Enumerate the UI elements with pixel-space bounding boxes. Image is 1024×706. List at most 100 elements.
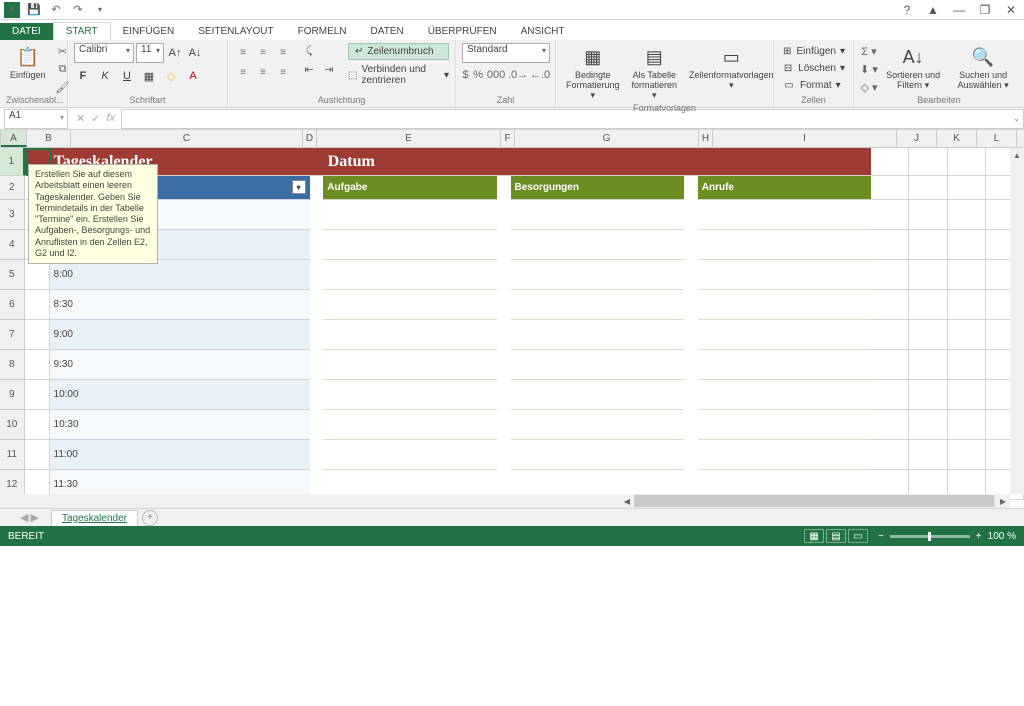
minimize-icon[interactable]: — [950, 3, 968, 17]
col-header-L[interactable]: L [977, 130, 1017, 147]
cell[interactable] [310, 290, 324, 320]
bold-button[interactable]: F [74, 67, 92, 85]
cell[interactable] [511, 230, 685, 260]
cell[interactable] [909, 440, 947, 470]
row-header-1[interactable]: 1 [0, 148, 25, 176]
cell[interactable] [323, 260, 497, 290]
col-header-D[interactable]: D [303, 130, 317, 147]
cell[interactable] [698, 380, 872, 410]
cell[interactable] [497, 290, 511, 320]
page-break-view-icon[interactable]: ▭ [848, 529, 868, 543]
maximize-icon[interactable]: ❐ [976, 3, 994, 17]
cell[interactable] [497, 380, 511, 410]
cell[interactable]: 10:30 [50, 410, 310, 440]
row-header-6[interactable]: 6 [0, 290, 25, 320]
cell[interactable]: 9:30 [50, 350, 310, 380]
cell[interactable] [684, 380, 698, 410]
cell[interactable]: 8:00 [50, 260, 310, 290]
cell[interactable] [698, 320, 872, 350]
add-sheet-button[interactable]: + [142, 510, 158, 526]
decrease-font-icon[interactable]: A↓ [186, 44, 204, 62]
cell[interactable] [871, 320, 909, 350]
scroll-right-icon[interactable]: ▶ [996, 494, 1010, 508]
cell[interactable] [684, 440, 698, 470]
sheet-nav-next-icon[interactable]: ▶ [30, 511, 38, 524]
cell[interactable] [323, 440, 497, 470]
cell[interactable] [698, 350, 872, 380]
expand-formula-bar-icon[interactable]: ⌄ [1010, 109, 1024, 129]
cell[interactable]: Besorgungen [511, 176, 685, 200]
conditional-formatting-button[interactable]: ▦ Bedingte Formatierung ▾ [562, 43, 624, 103]
insert-cells-button[interactable]: ⊞Einfügen ▾ [780, 43, 847, 59]
horizontal-scrollbar[interactable]: ◀ ▶ [0, 494, 1010, 508]
filter-dropdown-icon[interactable]: ▾ [292, 180, 306, 194]
format-as-table-button[interactable]: ▤ Als Tabelle formatieren ▾ [628, 43, 682, 103]
cell[interactable] [684, 290, 698, 320]
align-right-icon[interactable]: ≡ [274, 63, 292, 81]
name-box[interactable]: A1 [4, 109, 68, 129]
tab-file[interactable]: DATEI [0, 23, 53, 40]
cell[interactable] [498, 148, 872, 176]
cell[interactable] [511, 440, 685, 470]
align-top-icon[interactable]: ≡ [234, 43, 252, 61]
cell[interactable] [684, 200, 698, 230]
cell[interactable] [323, 410, 497, 440]
row-header-4[interactable]: 4 [0, 230, 25, 260]
cell[interactable] [25, 440, 50, 470]
cell[interactable] [871, 230, 909, 260]
row-header-5[interactable]: 5 [0, 260, 25, 290]
cancel-formula-icon[interactable]: ✕ [76, 112, 85, 125]
scroll-left-icon[interactable]: ◀ [620, 494, 634, 508]
enter-formula-icon[interactable]: ✓ [91, 112, 100, 125]
cell[interactable] [323, 290, 497, 320]
cell[interactable]: Datum [324, 148, 498, 176]
sort-filter-button[interactable]: A↓ Sortieren und Filtern ▾ [882, 43, 944, 93]
col-header-F[interactable]: F [501, 130, 515, 147]
cell[interactable] [871, 380, 909, 410]
cell[interactable] [323, 350, 497, 380]
decrease-decimal-icon[interactable]: ←.0 [531, 67, 549, 83]
cell[interactable] [871, 176, 909, 200]
font-size-combo[interactable]: 11 [136, 43, 164, 63]
cell[interactable] [511, 200, 685, 230]
align-bottom-icon[interactable]: ≡ [274, 43, 292, 61]
row-header-8[interactable]: 8 [0, 350, 25, 380]
cell[interactable] [684, 230, 698, 260]
cell[interactable]: Aufgabe [323, 176, 497, 200]
cell[interactable] [698, 230, 872, 260]
cell[interactable] [909, 260, 947, 290]
cell[interactable] [511, 410, 685, 440]
col-header-M[interactable]: M [1017, 130, 1024, 147]
autosum-icon[interactable]: Σ ▾ [860, 43, 878, 59]
help-icon[interactable]: ? [898, 3, 916, 17]
cell[interactable] [511, 320, 685, 350]
wrap-text-button[interactable]: ↵Zeilenumbruch [348, 43, 449, 60]
save-icon[interactable]: 💾 [26, 2, 42, 18]
row-header-9[interactable]: 9 [0, 380, 25, 410]
cell[interactable] [698, 410, 872, 440]
tab-data[interactable]: DATEN [359, 23, 416, 40]
cell[interactable] [310, 350, 324, 380]
qat-more-icon[interactable]: ▾ [92, 2, 108, 18]
cell[interactable] [511, 350, 685, 380]
cell[interactable] [310, 176, 324, 200]
cell[interactable] [871, 440, 909, 470]
cell[interactable] [511, 290, 685, 320]
cell[interactable] [948, 148, 986, 176]
cell[interactable] [323, 230, 497, 260]
cell[interactable] [310, 440, 324, 470]
underline-button[interactable]: U [118, 67, 136, 85]
increase-font-icon[interactable]: A↑ [166, 44, 184, 62]
cell[interactable] [871, 290, 909, 320]
cell[interactable] [25, 410, 50, 440]
cell[interactable] [323, 200, 497, 230]
cell[interactable] [948, 440, 986, 470]
align-center-icon[interactable]: ≡ [254, 63, 272, 81]
cell[interactable] [948, 350, 986, 380]
cell[interactable] [684, 320, 698, 350]
align-left-icon[interactable]: ≡ [234, 63, 252, 81]
percent-icon[interactable]: % [473, 67, 483, 83]
scroll-up-icon[interactable]: ▲ [1010, 148, 1024, 162]
cell[interactable] [871, 200, 909, 230]
font-color-icon[interactable]: A [184, 67, 202, 85]
